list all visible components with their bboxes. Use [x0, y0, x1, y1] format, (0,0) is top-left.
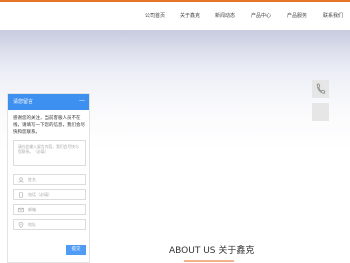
email-icon — [18, 207, 24, 213]
email-field-placeholder: 邮箱 — [28, 207, 36, 212]
phone-field-placeholder: 电话（必填） — [28, 192, 52, 197]
submit-button[interactable]: 提交 — [66, 245, 86, 255]
chat-title: 请您留言 — [13, 99, 34, 105]
chat-message-widget: 请您留言 — 感谢您的关注，当前客服人员不在线，请填写一下您的信息，我们会尽快和… — [7, 93, 90, 263]
phone-icon — [316, 83, 326, 94]
phone-icon — [19, 192, 23, 198]
nav-item-products[interactable]: 产品中心 — [251, 13, 271, 20]
side-phone-button[interactable] — [312, 80, 329, 98]
message-textarea[interactable]: 请在此输入留言内容，我们会尽快与您联系。（必填） — [13, 140, 86, 166]
nav-item-contact[interactable]: 联系我们 — [323, 13, 343, 20]
title-underline — [184, 260, 234, 262]
main-nav: 公司首页 关于鑫克 新闻动态 产品中心 产品服务 联系我们 — [0, 2, 350, 30]
chat-header: 请您留言 — — [8, 94, 89, 110]
address-field[interactable]: 地址 — [13, 219, 86, 230]
nav-item-home[interactable]: 公司首页 — [145, 13, 165, 20]
nav-item-news[interactable]: 新闻动态 — [215, 13, 235, 20]
name-field-placeholder: 姓名 — [28, 177, 36, 182]
chat-intro-text: 感谢您的关注，当前客服人员不在线，请填写一下您的信息，我们会尽快和您联系。 — [13, 116, 85, 135]
location-icon — [18, 222, 24, 228]
person-icon — [18, 177, 24, 183]
email-field[interactable]: 邮箱 — [13, 204, 86, 215]
page: 公司首页 关于鑫克 新闻动态 产品中心 产品服务 联系我们 请您留言 — 感谢您… — [0, 0, 350, 263]
side-tool-button[interactable] — [312, 103, 329, 121]
name-field[interactable]: 姓名 — [13, 174, 86, 185]
address-field-placeholder: 地址 — [28, 222, 36, 227]
minimize-icon[interactable]: — — [79, 98, 85, 104]
nav-item-services[interactable]: 产品服务 — [287, 13, 307, 20]
about-section-title: ABOUT US 关于鑫克 — [169, 246, 255, 256]
nav-item-about[interactable]: 关于鑫克 — [180, 13, 200, 20]
phone-field[interactable]: 电话（必填） — [13, 189, 86, 200]
